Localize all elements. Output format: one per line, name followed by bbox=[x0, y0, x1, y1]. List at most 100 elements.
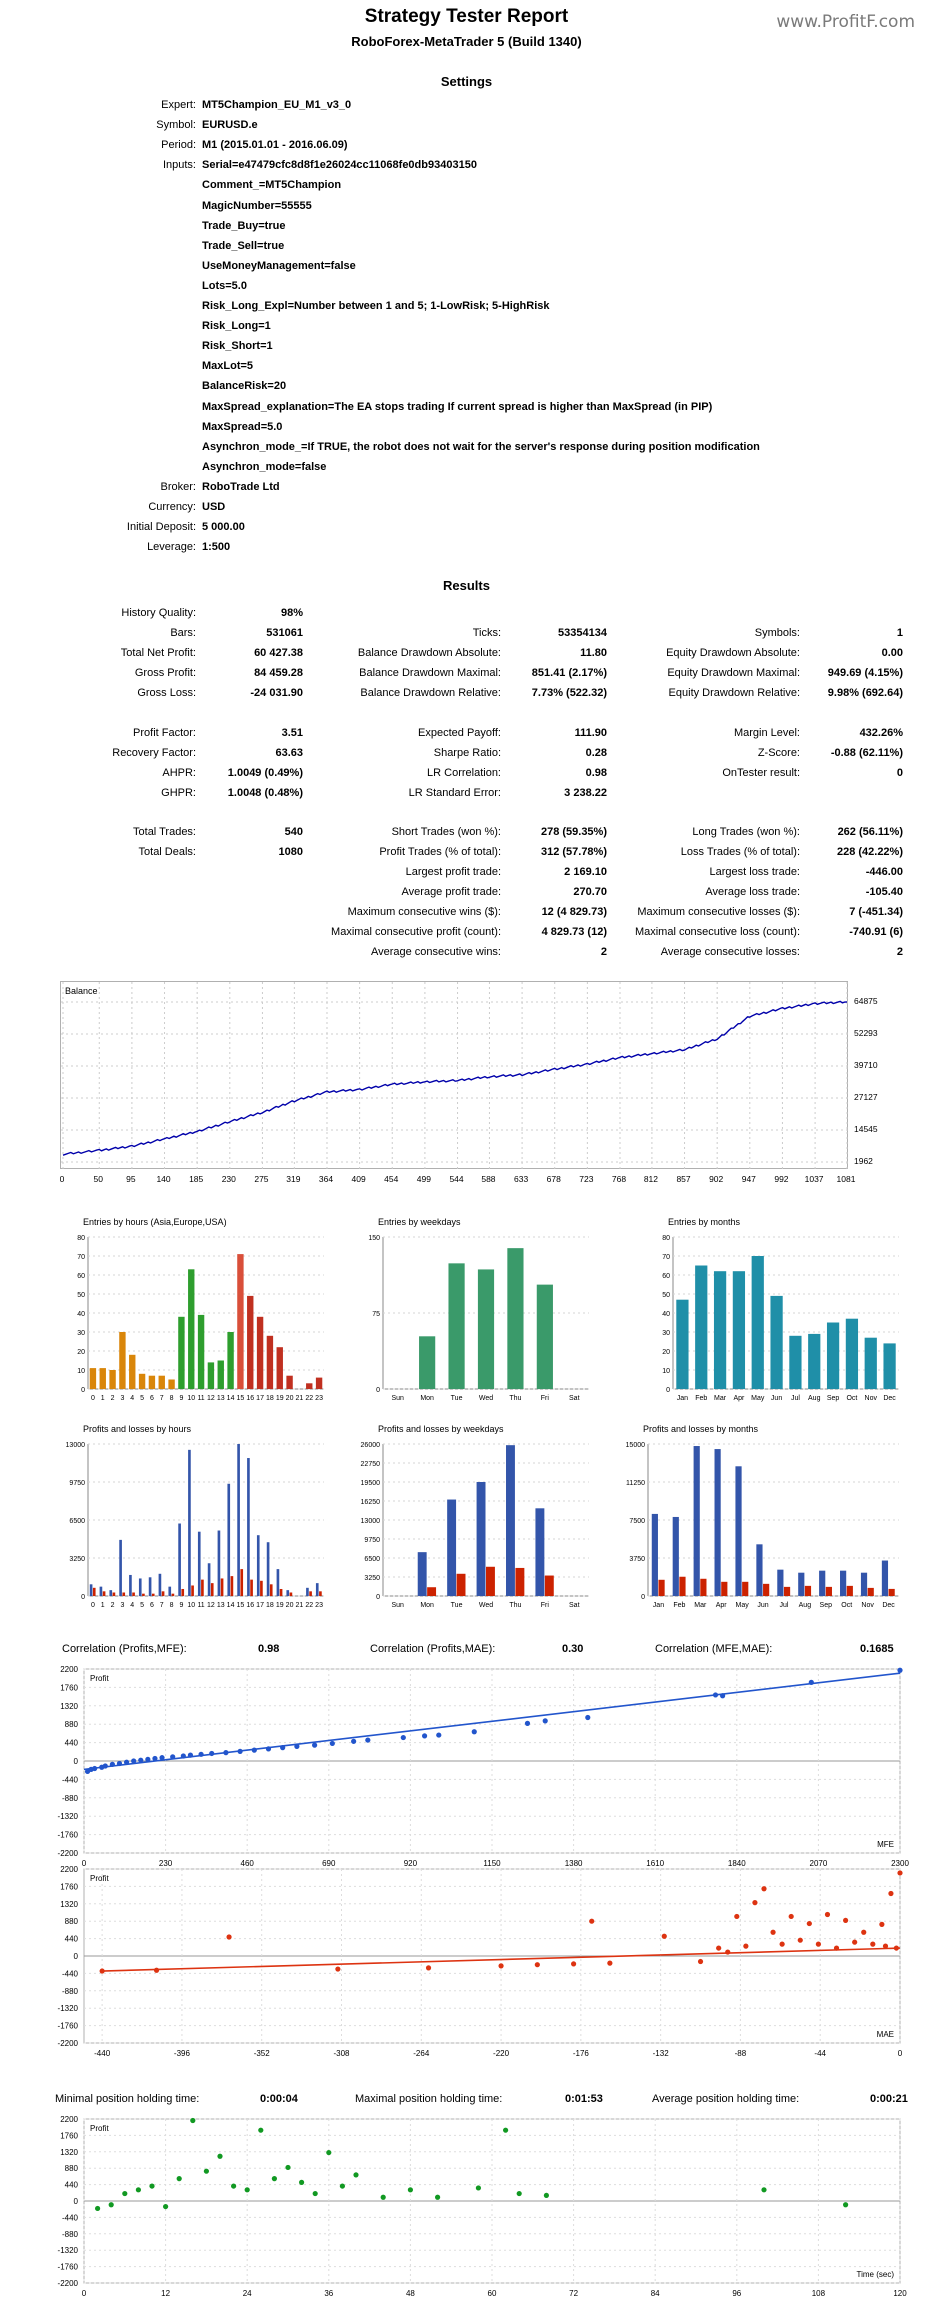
x-tick-label: Sun bbox=[391, 1602, 404, 1609]
result-value: -105.40 bbox=[865, 886, 903, 898]
y-tick-label: -1320 bbox=[58, 1812, 79, 1821]
scatter-point bbox=[815, 1941, 822, 1947]
y-tick-label: 10 bbox=[662, 1368, 670, 1375]
settings-value: MT5Champion_EU_M1_v3_0 bbox=[202, 99, 352, 111]
settings-value: Risk_Short=1 bbox=[202, 340, 273, 353]
x-tick-label: 5 bbox=[140, 1395, 144, 1402]
settings-row: MaxLot=5 bbox=[0, 360, 933, 377]
bar bbox=[119, 1332, 126, 1389]
bar bbox=[419, 1336, 436, 1389]
y-tick-label: 3250 bbox=[364, 1575, 380, 1582]
bar bbox=[158, 1573, 162, 1596]
y-tick-label: 1320 bbox=[60, 1900, 78, 1909]
bar bbox=[770, 1295, 783, 1389]
settings-value: Lots=5.0 bbox=[202, 279, 247, 292]
scatter-point bbox=[852, 1939, 858, 1945]
bar bbox=[142, 1593, 145, 1596]
bar bbox=[109, 1590, 113, 1596]
result-value: 0.28 bbox=[585, 747, 607, 759]
y-tick-label: -2200 bbox=[58, 2279, 79, 2288]
bar bbox=[217, 1530, 221, 1596]
bar bbox=[306, 1587, 309, 1596]
result-label: Total Trades: bbox=[133, 826, 196, 838]
y-tick-label: -1320 bbox=[58, 2004, 79, 2013]
settings-row: Trade_Buy=true bbox=[0, 220, 933, 237]
result-value: 63.63 bbox=[275, 747, 303, 759]
x-tick-label: 95 bbox=[126, 1174, 136, 1184]
bar bbox=[217, 1360, 224, 1389]
axis-label: MFE bbox=[877, 1840, 894, 1849]
bar bbox=[181, 1588, 185, 1596]
balance-chart: Balance bbox=[60, 981, 849, 1170]
balance-x-axis: 0 50 95 140 185 230 275 319 364 409 454 499 544 588 63… bbox=[60, 1174, 856, 1184]
bar bbox=[171, 1593, 175, 1596]
y-tick-label: 6500 bbox=[69, 1518, 85, 1525]
bar bbox=[506, 1445, 515, 1596]
scatter-point bbox=[400, 1734, 406, 1741]
chart-title: Entries by months bbox=[668, 1217, 741, 1227]
x-tick-label: Sat bbox=[569, 1395, 580, 1402]
x-tick-label: Fri bbox=[541, 1395, 550, 1402]
x-tick-label: 18 bbox=[266, 1602, 274, 1609]
x-tick-label: 13 bbox=[217, 1602, 225, 1609]
chart-title: Profits and losses by hours bbox=[83, 1424, 192, 1434]
x-tick-label: Nov bbox=[865, 1395, 878, 1402]
result-label: History Quality: bbox=[121, 607, 196, 619]
bar bbox=[276, 1569, 280, 1596]
y-tick-label: 30 bbox=[662, 1330, 670, 1337]
x-tick-label: 0 bbox=[91, 1395, 95, 1402]
y-tick-label: 52293 bbox=[854, 1028, 878, 1038]
x-tick-label: 10 bbox=[187, 1602, 195, 1609]
chart-title: Profits and losses by months bbox=[643, 1424, 759, 1434]
settings-value: Asynchron_mode_=If TRUE, the robot does … bbox=[202, 440, 760, 453]
bar bbox=[693, 1446, 700, 1596]
bar bbox=[845, 1318, 859, 1389]
x-tick-label: 364 bbox=[319, 1174, 333, 1184]
bar bbox=[197, 1531, 201, 1596]
chart-title: Entries by hours (Asia,Europe,USA) bbox=[83, 1217, 227, 1227]
scatter-point bbox=[882, 1943, 889, 1949]
result-value: 0 bbox=[896, 767, 903, 779]
bar bbox=[676, 1299, 689, 1389]
bar bbox=[207, 1563, 211, 1596]
bar bbox=[751, 1256, 764, 1389]
scatter-point bbox=[231, 2183, 237, 2189]
chart-title: Profit bbox=[90, 2124, 109, 2133]
bar bbox=[260, 1580, 263, 1596]
bar bbox=[247, 1458, 250, 1596]
y-tick-label: 1320 bbox=[60, 2148, 78, 2157]
results-row: Profit Factor: 3.51 Expected Payoff: 111.90… bbox=[0, 727, 933, 744]
y-tick-label: 26000 bbox=[361, 1442, 381, 1449]
bar bbox=[188, 1269, 195, 1389]
x-tick-label: Feb bbox=[673, 1602, 685, 1609]
scatter-point bbox=[312, 1742, 318, 1748]
bar bbox=[256, 1535, 260, 1596]
bar bbox=[227, 1332, 234, 1389]
settings-row: Trade_Sell=true bbox=[0, 240, 933, 257]
result-value: -0.88 (62.11%) bbox=[830, 747, 903, 759]
settings-label: Period: bbox=[161, 139, 196, 152]
results-row: Maximal consecutive profit (count): 4 829… bbox=[0, 926, 933, 943]
scatter-point bbox=[824, 1911, 831, 1918]
x-tick-label: Mar bbox=[714, 1395, 727, 1402]
scatter-point bbox=[879, 1921, 885, 1927]
x-tick-label: 8 bbox=[170, 1395, 174, 1402]
y-tick-label: -440 bbox=[62, 1969, 79, 1978]
scatter-point bbox=[294, 1743, 300, 1749]
scatter-point bbox=[116, 1760, 123, 1767]
scatter-point bbox=[475, 2185, 481, 2191]
x-tick-label: 5 bbox=[140, 1602, 144, 1609]
correlation-label: Correlation (Profits,MFE): bbox=[62, 1643, 187, 1655]
bar bbox=[883, 1343, 896, 1389]
scatter-point bbox=[180, 1753, 186, 1759]
bar bbox=[789, 1335, 802, 1389]
scatter-point bbox=[808, 1679, 814, 1685]
bar bbox=[168, 1586, 172, 1596]
result-label: Average loss trade: bbox=[705, 886, 800, 898]
settings-row: MaxSpread=5.0 bbox=[0, 421, 933, 438]
x-tick-label: 21 bbox=[296, 1602, 304, 1609]
y-tick-label: 20 bbox=[662, 1349, 670, 1356]
x-tick-label: 4 bbox=[130, 1602, 134, 1609]
pl-by-months-chart: Profits and losses by months 0 3750 7500 112… bbox=[626, 1424, 899, 1609]
results-row: Recovery Factor: 63.63 Sharpe Ratio: 0.28 Z-… bbox=[0, 747, 933, 764]
